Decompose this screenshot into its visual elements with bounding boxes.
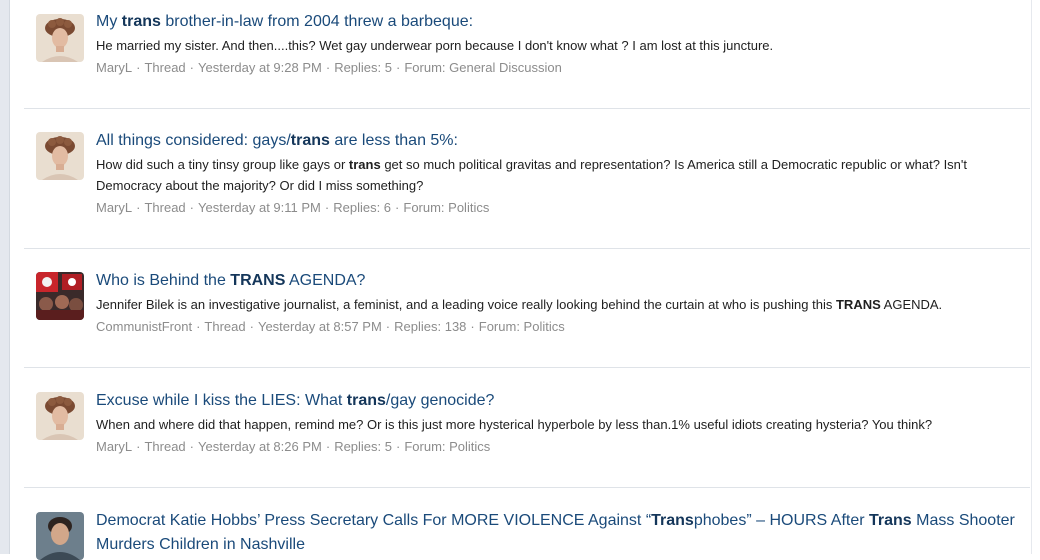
separator: ·	[385, 319, 391, 334]
avatar[interactable]	[36, 132, 84, 180]
highlighted-term: trans	[346, 392, 386, 409]
forum-link[interactable]: Forum: Politics	[403, 200, 489, 215]
avatar[interactable]	[36, 272, 84, 320]
victorian-portrait-avatar	[36, 14, 84, 62]
post-time: Yesterday at 8:57 PM	[257, 319, 382, 334]
separator: ·	[395, 200, 400, 215]
man-portrait-avatar	[36, 512, 84, 560]
reply-count: Replies: 5	[334, 439, 392, 454]
post-time: Yesterday at 9:11 PM	[198, 200, 321, 215]
result-title[interactable]: Who is Behind the TRANS AGENDA?	[96, 269, 1020, 293]
result-snippet: How did such a tiny tinsy group like gay…	[96, 157, 968, 193]
left-scroll-rail	[0, 0, 10, 554]
highlighted-term: trans	[121, 13, 161, 30]
author-link[interactable]: MaryL	[96, 439, 132, 454]
author-link[interactable]: MaryL	[96, 60, 132, 75]
search-results-list: My trans brother-in-law from 2004 threw …	[24, 0, 1030, 560]
content-type: Thread	[144, 439, 186, 454]
post-time: Yesterday at 8:26 PM	[198, 439, 322, 454]
crowd-flags-avatar	[36, 272, 84, 320]
content-type: Thread	[144, 60, 186, 75]
highlighted-term: trans	[348, 157, 381, 172]
highlighted-term: TRANS	[835, 297, 881, 312]
result-title[interactable]: Democrat Katie Hobbs’ Press Secretary Ca…	[96, 509, 1020, 557]
separator: ·	[189, 439, 195, 454]
content-type: Thread	[144, 200, 186, 215]
separator: ·	[136, 439, 141, 454]
result-meta: MaryL · Thread · Yesterday at 8:26 PM · Replie…	[96, 437, 1020, 457]
separator: ·	[189, 60, 195, 75]
result-meta: MaryL · Thread · Yesterday at 9:11 PM · Replie…	[96, 198, 1020, 218]
highlighted-term: TRANS	[230, 272, 286, 289]
separator: ·	[396, 439, 401, 454]
result-snippet: Jennifer Bilek is an investigative journ…	[96, 297, 943, 312]
content-type: Thread	[204, 319, 246, 334]
result-title[interactable]: My trans brother-in-law from 2004 threw …	[96, 10, 1020, 34]
post-time: Yesterday at 9:28 PM	[198, 60, 322, 75]
forum-link[interactable]: Forum: General Discussion	[404, 60, 562, 75]
separator: ·	[189, 200, 195, 215]
forum-link[interactable]: Forum: Politics	[404, 439, 490, 454]
separator: ·	[196, 319, 201, 334]
highlighted-term: Trans	[651, 512, 694, 529]
result-snippet: When and where did that happen, remind m…	[96, 417, 933, 432]
separator: ·	[396, 60, 401, 75]
search-result: Excuse while I kiss the LIES: What trans…	[24, 368, 1030, 488]
author-link[interactable]: CommunistFront	[96, 319, 192, 334]
separator: ·	[470, 319, 475, 334]
victorian-portrait-avatar	[36, 132, 84, 180]
victorian-portrait-avatar	[36, 392, 84, 440]
forum-link[interactable]: Forum: Politics	[479, 319, 565, 334]
result-meta: CommunistFront · Thread · Yesterday at 8:57 …	[96, 317, 1020, 337]
avatar[interactable]	[36, 14, 84, 62]
search-result: Who is Behind the TRANS AGENDA? Jennifer…	[24, 249, 1030, 368]
result-title[interactable]: All things considered: gays/trans are le…	[96, 129, 1020, 153]
result-snippet: He married my sister. And then....this? …	[96, 38, 774, 53]
result-title[interactable]: Excuse while I kiss the LIES: What trans…	[96, 389, 1020, 413]
reply-count: Replies: 6	[333, 200, 392, 215]
highlighted-term: Trans	[869, 512, 912, 529]
separator: ·	[324, 200, 330, 215]
search-result: All things considered: gays/trans are le…	[24, 109, 1030, 249]
separator: ·	[249, 319, 254, 334]
search-result: My trans brother-in-law from 2004 threw …	[24, 0, 1030, 109]
separator: ·	[136, 200, 141, 215]
highlighted-term: trans	[290, 132, 330, 149]
result-meta: MaryL · Thread · Yesterday at 9:28 PM · Replie…	[96, 58, 1020, 78]
avatar[interactable]	[36, 512, 84, 560]
separator: ·	[136, 60, 141, 75]
reply-count: Replies: 5	[334, 60, 392, 75]
author-link[interactable]: MaryL	[96, 200, 132, 215]
reply-count: Replies: 138	[394, 319, 467, 334]
right-scroll-rail[interactable]	[1031, 0, 1040, 554]
separator: ·	[325, 60, 331, 75]
avatar[interactable]	[36, 392, 84, 440]
separator: ·	[325, 439, 331, 454]
search-result: Democrat Katie Hobbs’ Press Secretary Ca…	[24, 488, 1030, 560]
